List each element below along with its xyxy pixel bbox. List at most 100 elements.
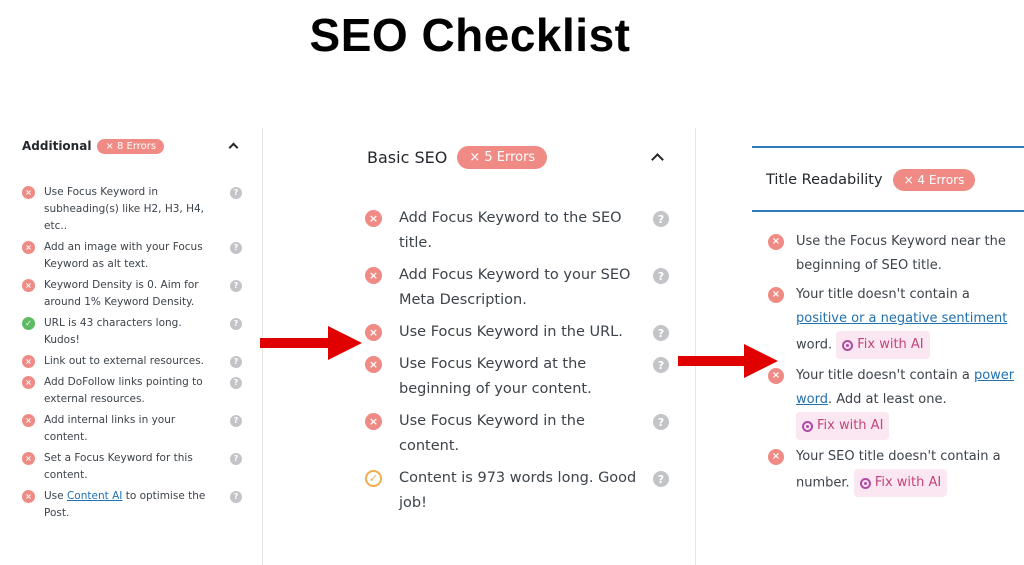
item-text-post: . Add at least one. [827, 392, 947, 407]
item-text-pre: Your title doesn't contain a [796, 287, 970, 302]
content-ai-link[interactable]: Content AI [67, 490, 122, 502]
checklist-item: × Add internal links in your content. ? [22, 412, 247, 446]
help-icon[interactable]: ? [653, 414, 669, 430]
checklist-item: × Your title doesn't contain a positive … [766, 283, 1024, 359]
error-icon: × [365, 413, 382, 430]
item-text: Content is 973 words long. Good job! [399, 470, 637, 511]
error-icon: × [365, 267, 382, 284]
item-text: Add DoFollow links pointing to external … [44, 376, 203, 405]
help-icon[interactable]: ? [230, 242, 242, 254]
item-text: Use Focus Keyword in subheading(s) like … [44, 186, 204, 232]
panel-title: Basic SEO [367, 147, 448, 167]
additional-panel: Additional × 8 Errors × Use Focus Keywor… [0, 128, 262, 565]
error-icon: × [365, 356, 382, 373]
checklist-item: ✓ Content is 973 words long. Good job! ? [363, 466, 673, 516]
item-text: Add internal links in your content. [44, 414, 176, 443]
fix-with-ai-label: Fix with AI [817, 418, 884, 433]
help-icon[interactable]: ? [230, 491, 242, 503]
sentiment-link[interactable]: positive or a negative sentiment [796, 311, 1007, 326]
error-icon: × [22, 279, 35, 292]
item-text: Use Focus Keyword in the URL. [399, 324, 623, 340]
checklist-item: × Link out to external resources. ? [22, 353, 247, 370]
fix-with-ai-label: Fix with AI [857, 337, 924, 352]
error-icon: × [768, 234, 784, 250]
ai-icon [842, 339, 854, 351]
item-text-pre: Use [44, 490, 67, 502]
checklist-item: × Use Focus Keyword in the URL. ? [363, 320, 673, 345]
item-text: Add an image with your Focus Keyword as … [44, 241, 203, 270]
help-icon[interactable]: ? [653, 357, 669, 373]
item-text: Add Focus Keyword to your SEO Meta Descr… [399, 267, 631, 308]
help-icon[interactable]: ? [230, 280, 242, 292]
checklist-item: × Use Focus Keyword at the beginning of … [363, 352, 673, 402]
title-readability-header[interactable]: Title Readability × 4 Errors [766, 166, 1024, 194]
help-icon[interactable]: ? [230, 187, 242, 199]
item-text: Set a Focus Keyword for this content. [44, 452, 193, 481]
panel-title: Additional [22, 139, 92, 153]
help-icon[interactable]: ? [653, 268, 669, 284]
checklist-item: × Use Focus Keyword in the content. ? [363, 409, 673, 459]
checklist-item: × Keyword Density is 0. Aim for around 1… [22, 277, 247, 311]
checklist-item: × Add Focus Keyword to your SEO Meta Des… [363, 263, 673, 313]
item-text: Link out to external resources. [44, 355, 205, 367]
checklist-item: × Add DoFollow links pointing to externa… [22, 374, 247, 408]
item-text: Keyword Density is 0. Aim for around 1% … [44, 279, 199, 308]
checklist-item: × Use Focus Keyword in subheading(s) lik… [22, 184, 247, 235]
fix-with-ai-label: Fix with AI [874, 475, 942, 490]
checklist-item: ✓ URL is 43 characters long. Kudos! ? [22, 315, 247, 349]
item-text: Use Content AI to optimise the Post. [44, 488, 216, 522]
checklist-item: × Add Focus Keyword to the SEO title. ? [363, 206, 673, 256]
check-icon: ✓ [22, 317, 35, 330]
help-icon[interactable]: ? [230, 453, 242, 465]
error-count-badge: × 8 Errors [97, 138, 165, 154]
error-icon: × [22, 414, 35, 427]
checklist-item: × Use the Focus Keyword near the beginni… [766, 230, 1024, 278]
additional-header[interactable]: Additional × 8 Errors [22, 136, 242, 156]
page-title: SEO Checklist [309, 9, 631, 61]
fix-with-ai-button[interactable]: Fix with AI [796, 412, 890, 440]
error-icon: × [22, 241, 35, 254]
item-text: Add Focus Keyword to the SEO title. [399, 210, 622, 251]
item-text: Use the Focus Keyword near the beginning… [796, 234, 1006, 273]
error-icon: × [22, 490, 35, 503]
help-icon[interactable]: ? [653, 325, 669, 341]
checklist-item: × Your SEO title doesn't contain a numbe… [766, 445, 1024, 497]
help-icon[interactable]: ? [230, 356, 242, 368]
error-icon: × [22, 376, 35, 389]
item-text: URL is 43 characters long. Kudos! [44, 317, 182, 346]
fix-with-ai-button[interactable]: Fix with AI [836, 331, 930, 359]
header-divider [752, 210, 1024, 212]
help-icon[interactable]: ? [230, 377, 242, 389]
checklist-item: × Add an image with your Focus Keyword a… [22, 239, 247, 273]
red-arrow-icon [678, 344, 778, 378]
title-readability-panel: Title Readability × 4 Errors × Use the F… [752, 146, 1024, 565]
item-text-post: word. [796, 337, 833, 353]
error-icon: × [768, 287, 784, 303]
checklist: × Use Focus Keyword in subheading(s) lik… [22, 184, 247, 526]
item-text: Use Focus Keyword at the beginning of yo… [399, 356, 592, 397]
item-text: Your title doesn't contain a power word.… [796, 364, 1024, 440]
fix-with-ai-button[interactable]: Fix with AI [853, 469, 948, 497]
error-icon: × [365, 324, 382, 341]
error-icon: × [768, 449, 784, 465]
item-text: Use Focus Keyword in the content. [399, 413, 585, 454]
basic-seo-header[interactable]: Basic SEO × 5 Errors [367, 142, 667, 172]
help-icon[interactable]: ? [653, 471, 669, 487]
checklist-item: × Your title doesn't contain a power wor… [766, 364, 1024, 440]
help-icon[interactable]: ? [230, 415, 242, 427]
checklist-item: × Set a Focus Keyword for this content. … [22, 450, 247, 484]
check-circle-icon: ✓ [365, 470, 382, 487]
error-count-badge: × 4 Errors [892, 169, 976, 191]
chevron-up-icon[interactable] [651, 153, 664, 166]
item-text: Your SEO title doesn't contain a number.… [796, 445, 1024, 497]
error-count-badge: × 5 Errors [457, 145, 548, 169]
checklist-item: × Use Content AI to optimise the Post. ? [22, 488, 247, 522]
chevron-up-icon[interactable] [228, 142, 239, 153]
help-icon[interactable]: ? [653, 211, 669, 227]
item-text-pre: Your title doesn't contain a [796, 368, 974, 383]
checklist: × Add Focus Keyword to the SEO title. ? … [363, 206, 673, 523]
help-icon[interactable]: ? [230, 318, 242, 330]
checklist: × Use the Focus Keyword near the beginni… [766, 230, 1024, 502]
ai-icon [802, 420, 813, 432]
ai-icon [859, 477, 871, 489]
